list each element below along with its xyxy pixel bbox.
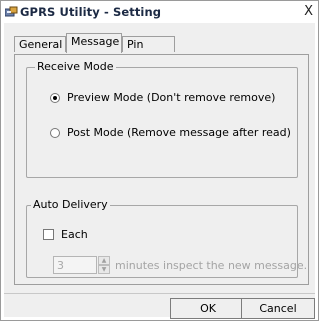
post-mode-label: Post Mode (Remove message after read) — [67, 126, 291, 139]
receive-mode-label: Receive Mode — [35, 60, 116, 73]
each-option[interactable]: Each — [43, 228, 88, 241]
tab-message[interactable]: Message — [66, 33, 122, 53]
tab-pin-code[interactable]: Pin Code — [122, 36, 175, 67]
spin-up-icon[interactable]: ▲ — [98, 256, 110, 265]
receive-mode-group: Receive Mode Preview Mode (Don't remove … — [26, 60, 298, 178]
post-mode-radio[interactable] — [50, 127, 60, 138]
settings-dialog: GPRS Utility - Setting X General Message… — [0, 0, 319, 321]
spin-down-icon[interactable]: ▼ — [98, 265, 110, 274]
title-bar[interactable]: GPRS Utility - Setting X — [1, 1, 318, 23]
window-title: GPRS Utility - Setting — [20, 5, 162, 19]
message-tab-page: Receive Mode Preview Mode (Don't remove … — [14, 54, 309, 285]
cancel-button[interactable]: Cancel — [241, 298, 315, 319]
close-icon[interactable]: X — [304, 4, 313, 19]
minutes-input[interactable] — [53, 256, 97, 274]
ok-button[interactable]: OK — [170, 298, 246, 319]
tab-general[interactable]: General — [14, 36, 66, 52]
minutes-description: minutes inspect the new message. — [115, 258, 308, 272]
button-separator — [4, 293, 315, 294]
each-checkbox[interactable] — [43, 229, 54, 240]
gprs-app-icon — [5, 6, 18, 17]
auto-delivery-label: Auto Delivery — [31, 198, 110, 211]
minutes-spin-buttons: ▲ ▼ — [98, 256, 110, 274]
each-label: Each — [61, 228, 88, 241]
preview-mode-option[interactable]: Preview Mode (Don't remove remove) — [50, 91, 275, 104]
minutes-spinner: ▲ ▼ minutes inspect the new message. — [53, 256, 307, 274]
post-mode-option[interactable]: Post Mode (Remove message after read) — [50, 126, 291, 139]
preview-mode-label: Preview Mode (Don't remove remove) — [67, 91, 276, 104]
auto-delivery-group: Auto Delivery Each ▲ ▼ minutes inspect t… — [26, 198, 307, 278]
preview-mode-radio[interactable] — [50, 92, 60, 103]
dialog-body: General Message Pin Code Receive Mode Pr… — [4, 23, 315, 319]
